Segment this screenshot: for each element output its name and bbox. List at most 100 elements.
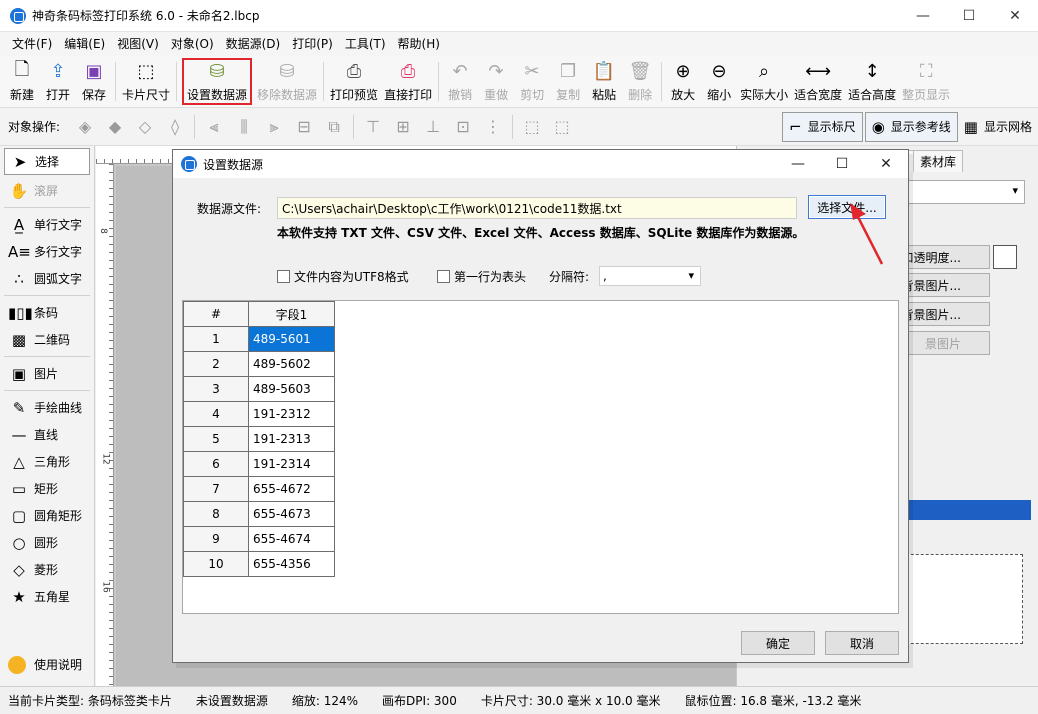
tool-rect[interactable]: ▭ 矩形 — [0, 475, 94, 502]
tab-library[interactable]: 素材库 — [913, 150, 964, 172]
table-row[interactable]: 3 489-5603 — [183, 376, 335, 402]
align-top-icon[interactable]: ⊤ — [362, 116, 384, 138]
cancel-button[interactable]: 取消 — [825, 631, 899, 655]
tool-select[interactable]: ➤ 选择 — [4, 148, 90, 175]
delete-button[interactable]: 🗑 删除 — [622, 56, 658, 107]
tool-diamond[interactable]: ◇ 菱形 — [0, 556, 94, 583]
close-button[interactable]: ✕ — [992, 0, 1038, 32]
menu-print[interactable]: 打印(P) — [286, 32, 339, 56]
tool-single-text[interactable]: A̲ 单行文字 — [0, 211, 94, 238]
menu-help[interactable]: 帮助(H) — [392, 32, 446, 56]
layer-up-icon[interactable]: ◈ — [74, 116, 96, 138]
menu-object[interactable]: 对象(O) — [165, 32, 220, 56]
header-checkbox[interactable] — [437, 270, 450, 283]
tool-star[interactable]: ★ 五角星 — [0, 583, 94, 610]
table-cell[interactable]: 191-2312 — [248, 401, 335, 427]
table-cell[interactable]: 191-2313 — [248, 426, 335, 452]
table-row[interactable]: 2 489-5602 — [183, 351, 335, 377]
tool-scroll[interactable]: ✋ 滚屏 — [0, 177, 94, 204]
set-datasource-button[interactable]: ⛁ 设置数据源 — [182, 58, 253, 105]
tool-freehand[interactable]: ✎ 手绘曲线 — [0, 394, 94, 421]
tool-image[interactable]: ▣ 图片 — [0, 360, 94, 387]
table-row[interactable]: 7 655-4672 — [183, 476, 335, 502]
tool-line[interactable]: — 直线 — [0, 421, 94, 448]
show-guides-toggle[interactable]: ◉ 显示参考线 — [864, 111, 958, 142]
table-row[interactable]: 8 655-4673 — [183, 501, 335, 527]
paste-button[interactable]: 📋 粘贴 — [586, 56, 622, 107]
separator-select[interactable]: , — [599, 266, 701, 286]
distribute-spacing-icon[interactable]: ⧉ — [323, 116, 345, 138]
tool-barcode[interactable]: ▮▯▮ 条码 — [0, 299, 94, 326]
tool-triangle[interactable]: △ 三角形 — [0, 448, 94, 475]
table-cell[interactable]: 191-2314 — [248, 451, 335, 477]
table-cell[interactable]: 655-4672 — [248, 476, 335, 502]
distribute-horizontal-icon[interactable]: ⊟ — [293, 116, 315, 138]
card-size-button[interactable]: ⬚ 卡片尺寸 — [119, 56, 173, 107]
tool-qrcode[interactable]: ▩ 二维码 — [0, 326, 94, 353]
table-row[interactable]: 4 191-2312 — [183, 401, 335, 427]
fit-width-button[interactable]: ⟷ 适合宽度 — [791, 56, 845, 107]
tool-multi-text[interactable]: A≡ 多行文字 — [0, 238, 94, 265]
layer-bottom-icon[interactable]: ◊ — [164, 116, 186, 138]
table-row[interactable]: 1 489-5601 — [183, 326, 335, 352]
menu-datasource[interactable]: 数据源(D) — [220, 32, 287, 56]
data-grid[interactable]: # 字段1 1 489-5601 2 489-5602 3 489-5603 4 191… — [182, 300, 899, 614]
table-row[interactable]: 6 191-2314 — [183, 451, 335, 477]
dialog-close-button[interactable]: ✕ — [864, 150, 908, 178]
copy-button[interactable]: ❐ 复制 — [550, 56, 586, 107]
table-row[interactable]: 10 655-4356 — [183, 551, 335, 577]
table-cell[interactable]: 655-4674 — [248, 526, 335, 552]
datasource-file-input[interactable]: C:\Users\achair\Desktop\c工作\work\0121\co… — [277, 197, 797, 219]
full-page-button[interactable]: ⛶ 整页显示 — [899, 56, 953, 107]
show-grid-toggle[interactable]: ▦ 显示网格 — [958, 112, 1038, 142]
zoom-out-button[interactable]: ⊖ 缩小 — [701, 56, 737, 107]
undo-button[interactable]: ↶ 撤销 — [442, 56, 478, 107]
save-button[interactable]: ▣ 保存 — [76, 56, 112, 107]
help-button[interactable]: 使用说明 — [0, 651, 82, 678]
align-bottom-icon[interactable]: ⊥ — [422, 116, 444, 138]
tool-circle[interactable]: ○ 圆形 — [0, 529, 94, 556]
header-option[interactable]: 第一行为表头 — [437, 268, 526, 285]
new-button[interactable]: 🗋 新建 — [4, 56, 40, 107]
maximize-button[interactable]: ☐ — [946, 0, 992, 32]
remove-datasource-button[interactable]: ⛁ 移除数据源 — [254, 56, 320, 107]
align-left-icon[interactable]: ⫷ — [203, 116, 225, 138]
show-ruler-toggle[interactable]: ⌐ 显示标尺 — [782, 111, 863, 142]
menu-tools[interactable]: 工具(T) — [339, 32, 392, 56]
distribute-vertical-icon[interactable]: ⊡ — [452, 116, 474, 138]
actual-size-button[interactable]: ⌕ 实际大小 — [737, 56, 791, 107]
cut-button[interactable]: ✂ 剪切 — [514, 56, 550, 107]
utf8-checkbox[interactable] — [277, 270, 290, 283]
open-button[interactable]: ⇪ 打开 — [40, 56, 76, 107]
dialog-maximize-button[interactable]: ☐ — [820, 150, 864, 178]
table-cell[interactable]: 655-4673 — [248, 501, 335, 527]
table-cell[interactable]: 489-5602 — [248, 351, 335, 377]
layer-top-icon[interactable]: ◆ — [104, 116, 126, 138]
group-icon[interactable]: ⬚ — [521, 116, 543, 138]
print-preview-button[interactable]: ⎙ 打印预览 — [327, 56, 381, 107]
color-swatch[interactable] — [993, 245, 1017, 269]
ok-button[interactable]: 确定 — [741, 631, 815, 655]
layer-down-icon[interactable]: ◇ — [134, 116, 156, 138]
menu-edit[interactable]: 编辑(E) — [58, 32, 111, 56]
minimize-button[interactable]: — — [900, 0, 946, 32]
fit-height-button[interactable]: ↕ 适合高度 — [845, 56, 899, 107]
direct-print-button[interactable]: ⎙ 直接打印 — [381, 56, 435, 107]
align-middle-icon[interactable]: ⊞ — [392, 116, 414, 138]
redo-button[interactable]: ↷ 重做 — [478, 56, 514, 107]
column-header[interactable]: 字段1 — [248, 301, 335, 327]
ungroup-icon[interactable]: ⬚ — [551, 116, 573, 138]
table-row[interactable]: 5 191-2313 — [183, 426, 335, 452]
choose-file-button[interactable]: 选择文件... — [808, 195, 886, 219]
dialog-minimize-button[interactable]: — — [776, 150, 820, 178]
utf8-option[interactable]: 文件内容为UTF8格式 — [277, 268, 409, 285]
align-center-icon[interactable]: ⫼ — [233, 116, 255, 138]
zoom-in-button[interactable]: ⊕ 放大 — [665, 56, 701, 107]
tool-arc-text[interactable]: ∴ 圆弧文字 — [0, 265, 94, 292]
table-cell[interactable]: 489-5603 — [248, 376, 335, 402]
vertical-spacing-icon[interactable]: ⋮ — [482, 116, 504, 138]
table-row[interactable]: 9 655-4674 — [183, 526, 335, 552]
align-right-icon[interactable]: ⫸ — [263, 116, 285, 138]
column-header[interactable]: # — [183, 301, 249, 327]
menu-view[interactable]: 视图(V) — [111, 32, 165, 56]
